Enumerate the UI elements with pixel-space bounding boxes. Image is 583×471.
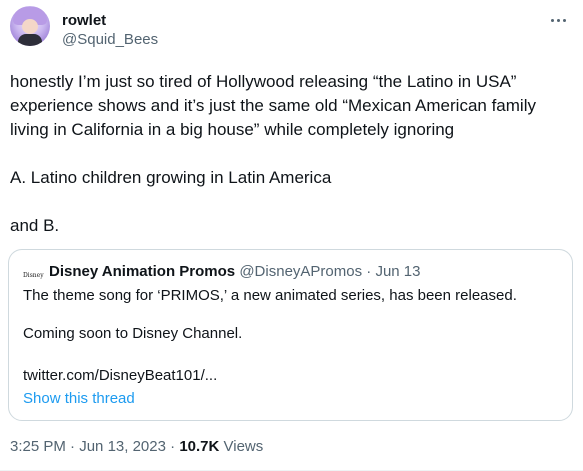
tweet-line: living in California in a big house” whi… <box>10 120 455 139</box>
quoted-separator: · <box>366 263 372 280</box>
avatar-face <box>22 19 38 34</box>
tweet-time[interactable]: 3:25 PM <box>10 438 66 455</box>
avatar[interactable] <box>10 6 50 46</box>
quoted-text-line: The theme song for ‘PRIMOS,’ a new anima… <box>23 287 517 304</box>
tweet-text: honestly I’m just so tired of Hollywood … <box>10 70 570 238</box>
footer-separator: · <box>70 438 76 455</box>
quoted-date: Jun 13 <box>375 263 421 280</box>
show-thread-link[interactable]: Show this thread <box>23 390 135 407</box>
quoted-header: Disney Animation Promos @DisneyAPromos ·… <box>49 263 420 280</box>
tweet-line: honestly I’m just so tired of Hollywood … <box>10 72 517 91</box>
quoted-avatar: Disney <box>23 266 44 286</box>
views-count: 10.7K <box>179 438 220 455</box>
tweet-footer: 3:25 PM · Jun 13, 2023 · 10.7K Views <box>10 438 263 455</box>
avatar-body <box>18 34 42 46</box>
quoted-display-name: Disney Animation Promos <box>49 263 236 280</box>
quoted-handle: @DisneyAPromos <box>239 263 363 280</box>
quoted-text-line: Coming soon to Disney Channel. <box>23 325 243 342</box>
tweet-line: A. Latino children growing in Latin Amer… <box>10 168 332 187</box>
views-label: Views <box>223 438 264 455</box>
quoted-link: twitter.com/DisneyBeat101/... <box>23 367 218 384</box>
footer-separator: · <box>170 438 176 455</box>
tweet-line: and B. <box>10 216 60 235</box>
author-handle[interactable]: @Squid_Bees <box>62 31 158 48</box>
tweet-date[interactable]: Jun 13, 2023 <box>79 438 166 455</box>
quoted-tweet-card[interactable]: Disney Disney Animation Promos @DisneyAP… <box>8 249 573 421</box>
author-display-name[interactable]: rowlet <box>62 12 106 29</box>
tweet-line: experience shows and it’s just the same … <box>10 96 536 115</box>
more-horizontal-icon[interactable] <box>547 12 569 28</box>
